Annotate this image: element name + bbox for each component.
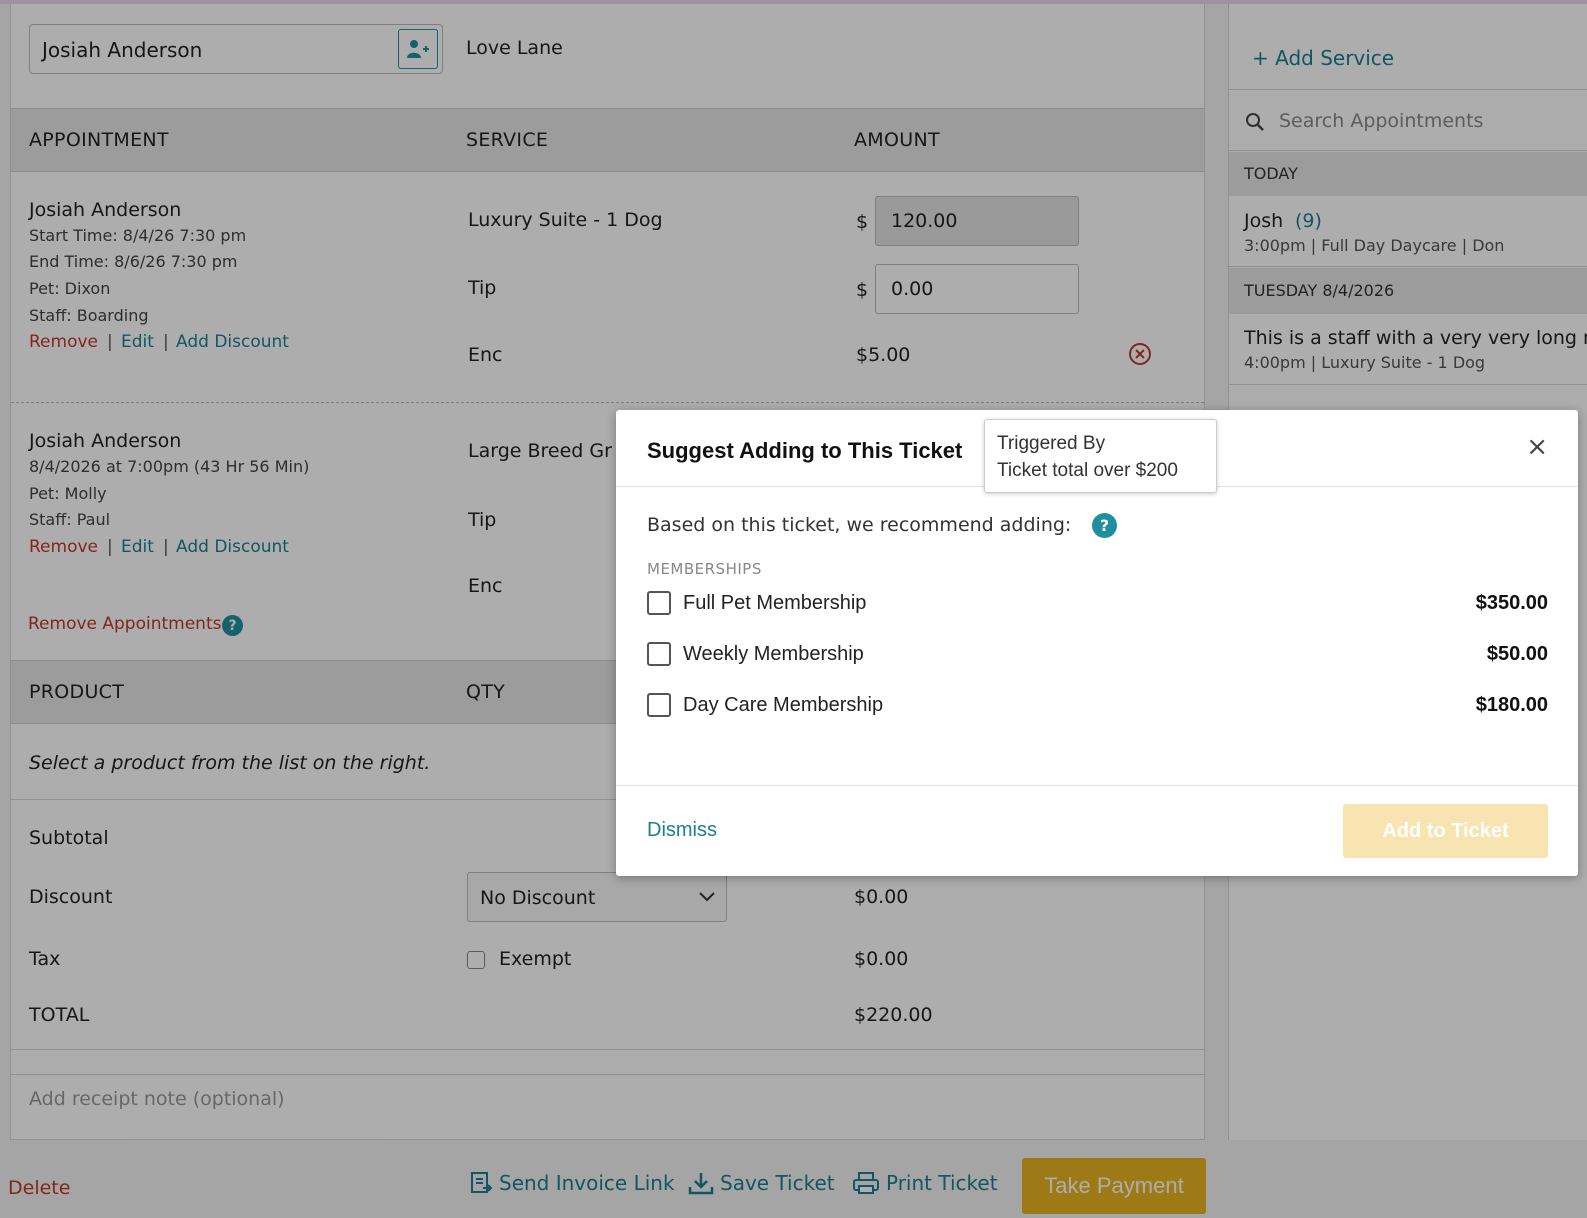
membership-price: $50.00	[1486, 643, 1548, 665]
weekly-membership-checkbox[interactable]	[647, 642, 671, 666]
day-care-membership-checkbox[interactable]	[647, 693, 671, 717]
membership-price: $180.00	[1475, 694, 1548, 716]
help-icon[interactable]: ?	[1092, 513, 1117, 538]
membership-label: Day Care Membership	[683, 694, 884, 716]
membership-price: $350.00	[1475, 592, 1548, 614]
tooltip-detail: Ticket total over $200	[997, 460, 1178, 481]
add-to-ticket-button[interactable]: Add to Ticket	[1343, 804, 1548, 858]
full-pet-membership-checkbox[interactable]	[647, 591, 671, 615]
modal-title: Suggest Adding to This Ticket	[647, 438, 963, 463]
tooltip-title: Triggered By	[997, 433, 1106, 454]
membership-label: Full Pet Membership	[683, 592, 867, 614]
modal-intro: Based on this ticket, we recommend addin…	[647, 514, 1072, 536]
close-icon[interactable]: ×	[1526, 432, 1548, 462]
dismiss-link[interactable]: Dismiss	[647, 819, 717, 842]
memberships-section-label: MEMBERSHIPS	[647, 560, 762, 578]
divider	[616, 785, 1578, 786]
trigger-tooltip: Triggered By Ticket total over $200	[984, 419, 1217, 493]
membership-label: Weekly Membership	[683, 643, 864, 665]
